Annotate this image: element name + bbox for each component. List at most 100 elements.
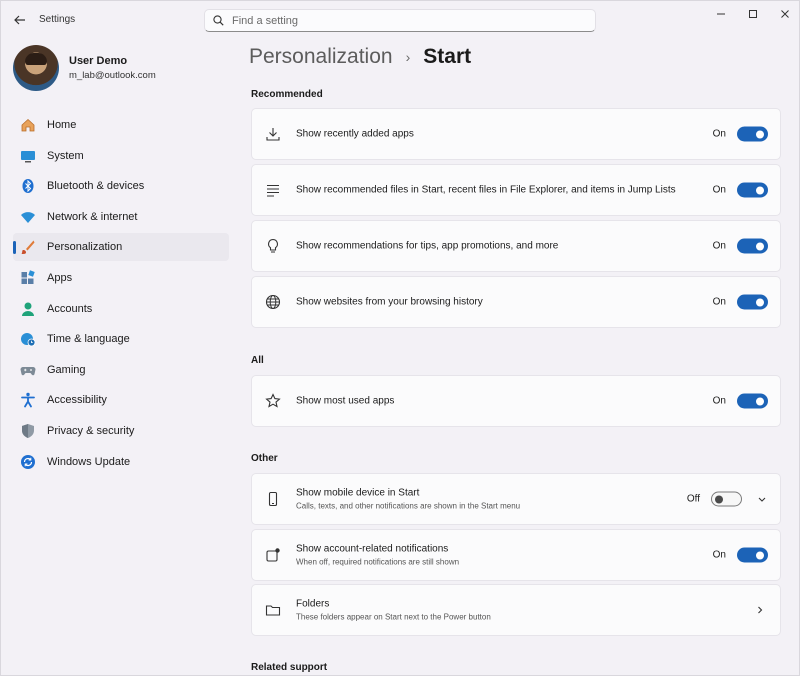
title-bar: Settings xyxy=(1,1,800,39)
sidebar-item-label: Gaming xyxy=(47,363,86,376)
maximize-icon xyxy=(749,10,757,18)
setting-folders[interactable]: Folders These folders appear on Start ne… xyxy=(251,584,781,636)
setting-recommended-files: Show recommended files in Start, recent … xyxy=(251,164,781,216)
sidebar-item-privacy-security[interactable]: Privacy & security xyxy=(13,417,229,445)
back-button[interactable] xyxy=(9,9,31,31)
setting-mobile-device[interactable]: Show mobile device in Start Calls, texts… xyxy=(251,473,781,525)
breadcrumb-parent[interactable]: Personalization xyxy=(249,45,393,69)
notification-icon xyxy=(264,546,282,564)
setting-title: Show recommendations for tips, app promo… xyxy=(296,240,559,252)
mobile-device-toggle[interactable] xyxy=(711,491,742,507)
sidebar-item-label: Network & internet xyxy=(47,210,138,223)
sidebar-item-system[interactable]: System xyxy=(13,142,229,170)
accessibility-icon xyxy=(19,391,37,409)
minimize-button[interactable] xyxy=(705,1,737,27)
globe-clock-icon xyxy=(19,330,37,348)
maximize-button[interactable] xyxy=(737,1,769,27)
toggle-state-label: Off xyxy=(686,493,700,505)
chevron-right-icon xyxy=(754,604,766,616)
section-title-recommended: Recommended xyxy=(251,89,323,100)
window-controls xyxy=(705,1,800,27)
setting-title: Show recommended files in Start, recent … xyxy=(296,184,676,196)
setting-subtitle: When off, required notifications are sti… xyxy=(296,557,460,567)
person-icon xyxy=(19,300,37,318)
sidebar-item-label: System xyxy=(47,149,84,162)
globe-icon xyxy=(264,293,282,311)
most-used-apps-toggle[interactable] xyxy=(737,393,768,409)
sidebar-item-label: Time & language xyxy=(47,333,130,346)
search-input[interactable] xyxy=(232,14,562,27)
search-box[interactable] xyxy=(204,9,596,32)
sidebar-item-accounts[interactable]: Accounts xyxy=(13,295,229,323)
websites-toggle[interactable] xyxy=(737,294,768,310)
toggle-state-label: On xyxy=(712,184,726,196)
sidebar-item-label: Personalization xyxy=(47,241,123,254)
sidebar-item-time-language[interactable]: Time & language xyxy=(13,325,229,353)
account-notifications-toggle[interactable] xyxy=(737,547,768,563)
sidebar-item-label: Accessibility xyxy=(47,394,107,407)
breadcrumb: Personalization › Start xyxy=(249,45,471,69)
sidebar-item-home[interactable]: Home xyxy=(13,111,229,139)
recent-apps-toggle[interactable] xyxy=(737,126,768,142)
minimize-icon xyxy=(717,13,725,15)
toggle-state-label: On xyxy=(712,240,726,252)
toggle-state-label: On xyxy=(712,549,726,561)
setting-recommendations-tips: Show recommendations for tips, app promo… xyxy=(251,220,781,272)
apps-icon xyxy=(19,269,37,287)
sidebar-item-bluetooth[interactable]: Bluetooth & devices xyxy=(13,172,229,200)
download-icon xyxy=(264,125,282,143)
list-icon xyxy=(264,181,282,199)
setting-title: Show recently added apps xyxy=(296,128,414,140)
section-title-other: Other xyxy=(251,453,278,464)
toggle-state-label: On xyxy=(712,296,726,308)
toggle-state-label: On xyxy=(712,395,726,407)
user-profile[interactable]: User Demo m_lab@outlook.com xyxy=(13,45,156,91)
chevron-down-icon[interactable] xyxy=(756,493,768,505)
search-icon xyxy=(213,15,224,26)
close-button[interactable] xyxy=(769,1,800,27)
star-icon xyxy=(264,392,282,410)
tips-toggle[interactable] xyxy=(737,238,768,254)
breadcrumb-separator: › xyxy=(405,49,411,65)
sidebar-nav: Home System Bluetooth & devices Network … xyxy=(13,111,229,478)
close-icon xyxy=(781,10,789,18)
lightbulb-icon xyxy=(264,237,282,255)
toggle-state-label: On xyxy=(712,128,726,140)
setting-title: Show most used apps xyxy=(296,395,395,407)
brush-icon xyxy=(19,238,37,256)
sidebar-item-personalization[interactable]: Personalization xyxy=(13,233,229,262)
wifi-icon xyxy=(19,208,37,226)
setting-recent-apps: Show recently added apps On xyxy=(251,108,781,160)
profile-email: m_lab@outlook.com xyxy=(69,70,156,81)
folder-icon xyxy=(264,601,282,619)
app-title: Settings xyxy=(39,14,76,25)
setting-subtitle: These folders appear on Start next to th… xyxy=(296,612,491,622)
sidebar-item-label: Accounts xyxy=(47,302,93,315)
sidebar-item-accessibility[interactable]: Accessibility xyxy=(13,386,229,414)
setting-title: Show mobile device in Start xyxy=(296,487,420,499)
sidebar-item-label: Windows Update xyxy=(47,455,131,468)
sidebar-item-label: Home xyxy=(47,119,77,131)
section-title-all: All xyxy=(251,355,264,366)
back-arrow-icon xyxy=(14,15,25,25)
gamepad-icon xyxy=(19,361,37,379)
sidebar-item-label: Bluetooth & devices xyxy=(47,180,145,193)
monitor-icon xyxy=(19,147,37,165)
page-title: Start xyxy=(423,45,472,68)
setting-account-notifications: Show account-related notifications When … xyxy=(251,529,781,581)
section-title-related-support: Related support xyxy=(251,662,328,673)
setting-title: Folders xyxy=(296,598,330,610)
sidebar-item-apps[interactable]: Apps xyxy=(13,264,229,292)
setting-title: Show account-related notifications xyxy=(296,543,449,555)
sidebar-item-label: Privacy & security xyxy=(47,424,135,437)
settings-window: Settings User Demo m_lab@outlook.com xyxy=(0,0,800,676)
sidebar-item-gaming[interactable]: Gaming xyxy=(13,356,229,384)
home-icon xyxy=(19,116,37,134)
sidebar-item-network[interactable]: Network & internet xyxy=(13,203,229,231)
setting-title: Show websites from your browsing history xyxy=(296,296,483,308)
sidebar-item-windows-update[interactable]: Windows Update xyxy=(13,448,229,476)
avatar xyxy=(13,45,59,91)
recommended-files-toggle[interactable] xyxy=(737,182,768,198)
shield-icon xyxy=(19,422,37,440)
profile-name: User Demo xyxy=(69,55,128,67)
